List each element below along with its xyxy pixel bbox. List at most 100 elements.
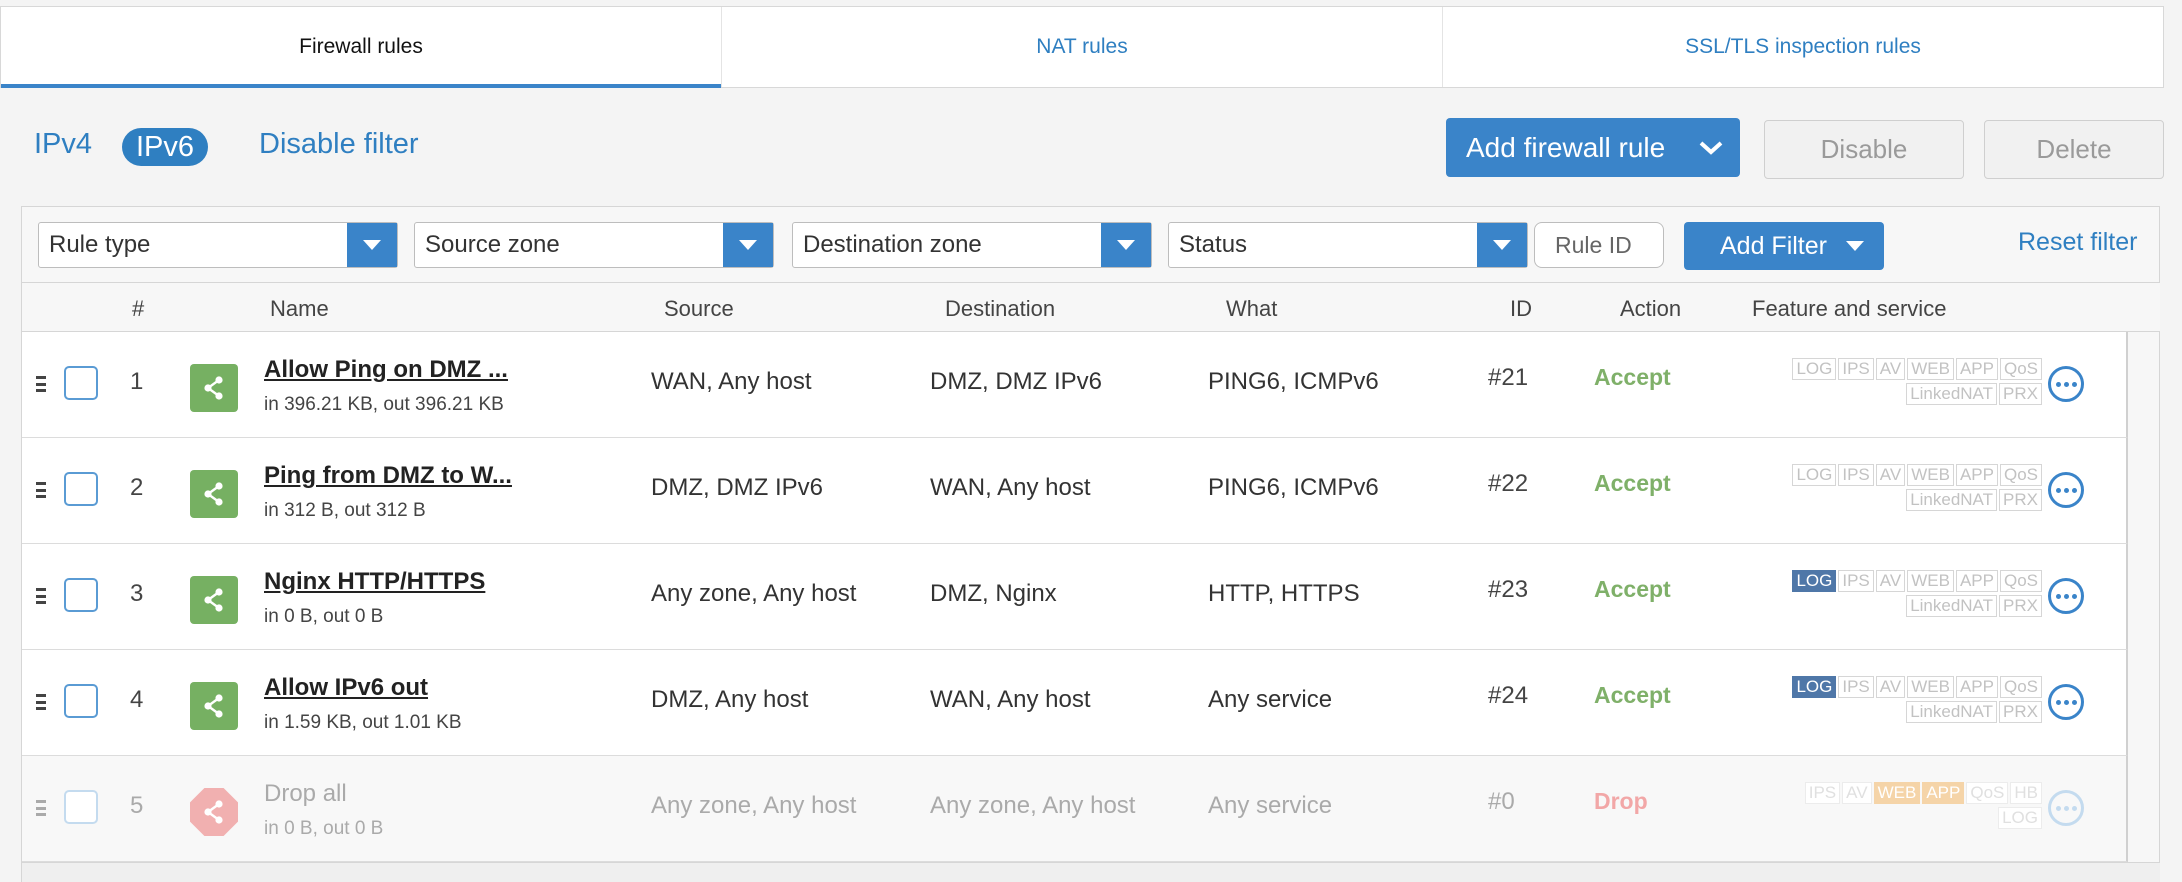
rule-id: #21 [1488,364,1529,391]
caret-down-icon[interactable] [1101,223,1151,267]
rule-destination: DMZ, DMZ IPv6 [930,368,1102,395]
badge-linkednat: LinkedNAT [1906,595,1998,617]
add-filter-button[interactable]: Add Filter [1684,222,1884,270]
badge-ips: IPS [1804,782,1841,804]
badge-ips: IPS [1838,676,1874,698]
more-options-icon[interactable] [2048,472,2084,508]
chevron-down-icon[interactable] [1698,140,1724,156]
add-firewall-rule-button[interactable]: Add firewall rule [1446,118,1740,177]
reset-filter-link[interactable]: Reset filter [2018,228,2137,257]
row-checkbox[interactable] [64,578,98,612]
rule-type-select[interactable]: Rule type [38,222,398,268]
rule-what: PING6, ICMPv6 [1208,368,1379,395]
rule-name: Drop all [264,780,347,807]
caret-down-icon[interactable] [1477,223,1527,267]
badge-av: AV [1875,676,1906,698]
badge-web: WEB [1907,358,1954,380]
share-icon [190,470,238,518]
badge-web: WEB [1907,464,1954,486]
rule-name-link[interactable]: Allow Ping on DMZ ... [264,356,508,384]
destination-zone-label: Destination zone [803,231,982,258]
badge-qos: QoS [1999,358,2042,380]
badge-log: LOG [1792,570,1837,592]
table-row[interactable]: 3 Nginx HTTP/HTTPS in 0 B, out 0 B Any z… [22,544,2128,650]
drag-handle-icon[interactable] [36,694,46,710]
table-row[interactable]: 5 Drop all in 0 B, out 0 B Any zone, Any… [22,756,2128,862]
more-options-icon[interactable] [2048,366,2084,402]
more-options-icon[interactable] [2048,684,2084,720]
feature-badges: LOG IPS AV WEB APP QoS LinkedNAT PRX [1742,464,2042,514]
rule-name-link[interactable]: Ping from DMZ to W... [264,462,512,490]
more-options-icon[interactable] [2048,578,2084,614]
rule-source: WAN, Any host [651,368,812,395]
badge-ips: IPS [1838,464,1874,486]
source-zone-label: Source zone [425,231,560,258]
row-checkbox[interactable] [64,366,98,400]
disable-filter-link[interactable]: Disable filter [259,128,419,161]
feature-badges: LOG IPS AV WEB APP QoS LinkedNAT PRX [1742,676,2042,726]
badge-log: LOG [1792,464,1837,486]
status-select[interactable]: Status [1168,222,1528,268]
badge-linkednat: LinkedNAT [1906,701,1998,723]
badge-linkednat: LinkedNAT [1906,383,1998,405]
rule-traffic: in 312 B, out 312 B [264,500,426,521]
badge-log: LOG [1792,676,1837,698]
badge-log: LOG [1998,807,2042,829]
rule-traffic: in 396.21 KB, out 396.21 KB [264,394,504,415]
add-filter-label: Add Filter [1720,231,1827,260]
feature-badges: LOG IPS AV WEB APP QoS LinkedNAT PRX [1742,570,2042,620]
rule-id-input[interactable]: Rule ID [1534,222,1664,268]
rule-id: #23 [1488,576,1529,603]
badge-prx: PRX [1999,489,2042,511]
drag-handle-icon[interactable] [36,588,46,604]
column-source: Source [664,296,734,321]
drag-handle-icon[interactable] [36,376,46,392]
badge-app: APP [1955,464,1998,486]
rule-destination: WAN, Any host [930,686,1091,713]
column-name: Name [270,296,329,321]
rule-action: Accept [1594,364,1671,390]
ipv6-toggle[interactable]: IPv6 [122,128,209,166]
rule-id: #0 [1488,788,1515,815]
rule-destination: DMZ, Nginx [930,580,1057,607]
badge-av: AV [1875,464,1906,486]
rule-id: #24 [1488,682,1529,709]
feature-badges: LOG IPS AV WEB APP QoS LinkedNAT PRX [1742,358,2042,408]
column-id: ID [1510,296,1532,321]
tab-nat-rules[interactable]: NAT rules [722,7,1443,87]
source-zone-select[interactable]: Source zone [414,222,774,268]
rule-number: 3 [130,580,144,607]
rule-traffic: in 1.59 KB, out 1.01 KB [264,712,462,733]
ipv4-toggle[interactable]: IPv4 [34,128,92,161]
badge-web: WEB [1907,676,1954,698]
badge-qos: QoS [1999,676,2042,698]
rule-action: Accept [1594,682,1671,708]
table-row[interactable]: 2 Ping from DMZ to W... in 312 B, out 31… [22,438,2128,544]
badge-hb: HB [2010,782,2042,804]
more-options-icon [2048,790,2084,826]
rule-name-link[interactable]: Nginx HTTP/HTTPS [264,568,485,596]
destination-zone-select[interactable]: Destination zone [792,222,1152,268]
caret-down-icon[interactable] [723,223,773,267]
table-row[interactable]: 1 Allow Ping on DMZ ... in 396.21 KB, ou… [22,332,2128,438]
table-row[interactable]: 4 Allow IPv6 out in 1.59 KB, out 1.01 KB… [22,650,2128,756]
delete-button[interactable]: Delete [1984,120,2164,179]
tab-ssl-tls-inspection-rules[interactable]: SSL/TLS inspection rules [1443,7,2163,87]
row-checkbox[interactable] [64,684,98,718]
badge-app: APP [1955,570,1998,592]
caret-down-icon[interactable] [347,223,397,267]
tab-firewall-rules[interactable]: Firewall rules [1,7,722,88]
drag-handle-icon[interactable] [36,482,46,498]
row-checkbox[interactable] [64,472,98,506]
column-num: # [132,296,145,321]
badge-app: APP [1955,358,1998,380]
rule-number: 5 [130,792,144,819]
badge-av: AV [1875,358,1906,380]
rule-name-link[interactable]: Allow IPv6 out [264,674,428,702]
disable-button[interactable]: Disable [1764,120,1964,179]
row-checkbox [64,790,98,824]
badge-prx: PRX [1999,383,2042,405]
rule-what: HTTP, HTTPS [1208,580,1360,607]
rule-number: 1 [130,368,144,395]
rule-what: Any service [1208,686,1333,713]
